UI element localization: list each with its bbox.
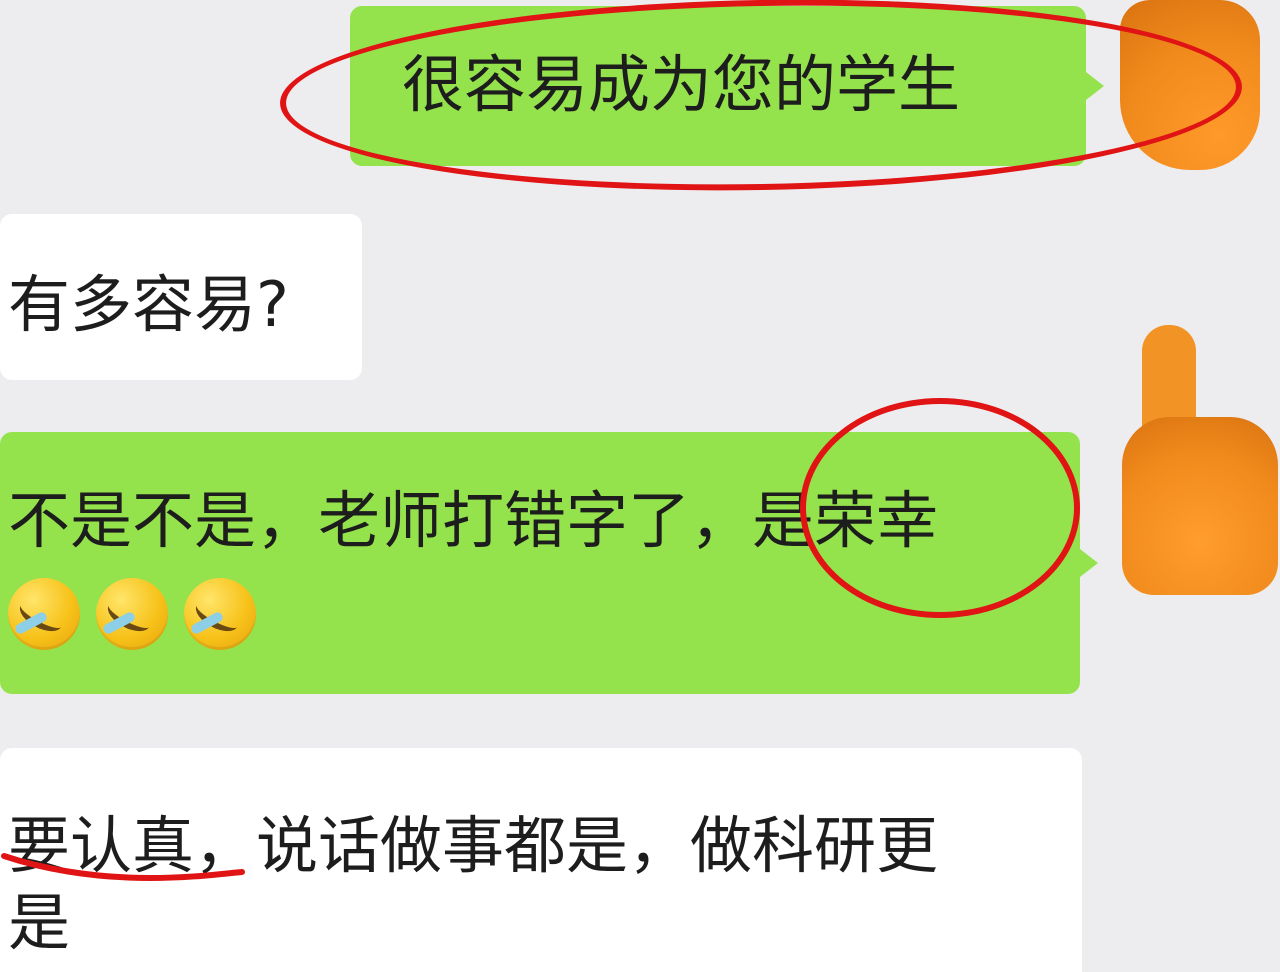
message-bubble-sent[interactable]: 不是不是，老师打错字了，是荣幸 — [0, 432, 1098, 694]
message-text: 有多容易? — [8, 268, 289, 341]
crying-laughing-emoji-icon — [184, 578, 256, 650]
chat-conversation: 很容易成为您的学生 有多容易? 不是不是，老师打错字了，是荣幸 要认真，说话做事… — [0, 0, 1280, 972]
message-bubble-received[interactable]: 要认真，说话做事都是，做科研更 是 — [0, 748, 1082, 972]
message-text-line: 是 — [8, 885, 71, 959]
message-text-line: 要认真，说话做事都是，做科研更 — [8, 809, 939, 882]
message-text: 不是不是，老师打错字了，是荣幸 — [8, 484, 939, 557]
crying-laughing-emoji-icon — [96, 578, 168, 650]
avatar-hand-palm — [1122, 417, 1278, 595]
user-avatar[interactable] — [1122, 325, 1278, 595]
user-avatar[interactable] — [1120, 0, 1260, 170]
emoji-row — [8, 578, 1080, 650]
message-text: 很容易成为您的学生 — [402, 48, 961, 121]
message-bubble-received[interactable]: 有多容易? — [0, 214, 362, 380]
message-bubble-sent[interactable]: 很容易成为您的学生 — [350, 6, 1104, 166]
crying-laughing-emoji-icon — [8, 578, 80, 650]
